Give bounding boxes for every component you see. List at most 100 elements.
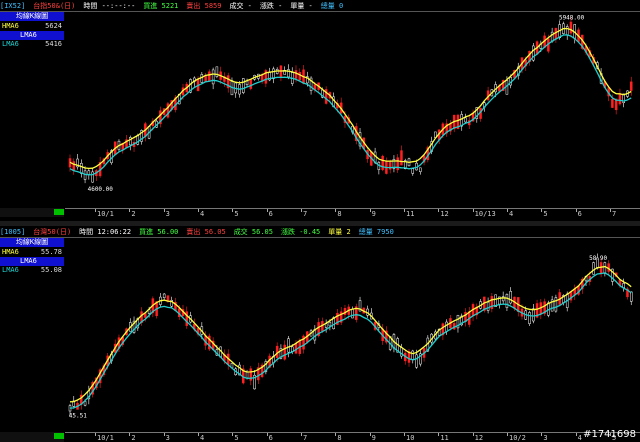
candle xyxy=(91,171,94,183)
bottom-quote-field: [1005] xyxy=(0,228,26,236)
candle xyxy=(381,155,384,170)
axis-tick xyxy=(404,433,405,436)
top-indicator-title[interactable]: 均線K線圖 xyxy=(0,12,64,22)
axis-tick xyxy=(610,209,611,212)
bottom-quote-field: 總量 7950 xyxy=(358,228,394,236)
axis-tick-label: 3 xyxy=(165,210,170,218)
candle xyxy=(592,262,595,275)
top-quote-field: 買進 5221 xyxy=(143,2,179,10)
bottom-hma-row[interactable]: HMA6 55.78 xyxy=(0,248,64,257)
low-price-label: 45.51 xyxy=(69,413,87,420)
low-price-label: 4600.00 xyxy=(88,186,114,193)
candle xyxy=(599,262,603,275)
candle xyxy=(505,294,509,308)
indicator-value: 5624 xyxy=(45,22,62,30)
axis-tick xyxy=(95,433,96,436)
axis-tick-label: 7 xyxy=(612,210,617,218)
indicator-value: 55.08 xyxy=(40,266,62,274)
candle xyxy=(80,162,83,174)
top-quote-bar: [IX52] 台指50&(日) 時間 --:--:-- 買進 5221 賣出 5859 成… xyxy=(0,0,640,12)
candle xyxy=(565,26,569,36)
top-quote-field: 時間 --:--:-- xyxy=(83,2,136,10)
axis-tick xyxy=(335,209,337,212)
candle xyxy=(298,72,302,81)
candle xyxy=(509,291,512,304)
axis-tick xyxy=(438,433,440,436)
axis-tick-label: 10/1 xyxy=(97,434,114,442)
top-quote-field: 賣出 5859 xyxy=(186,2,222,10)
top-candlestick-chart[interactable]: 5948.00 4600.00 xyxy=(65,12,640,208)
bottom-indicator-title[interactable]: 均線K線圖 xyxy=(0,238,64,248)
bottom-quote-field: 賣出 56.05 xyxy=(186,228,226,236)
axis-tick xyxy=(541,209,543,212)
candle xyxy=(83,170,87,180)
axis-tick xyxy=(129,209,131,212)
axis-tick-label: 2 xyxy=(131,434,136,442)
axis-tick xyxy=(369,433,371,436)
bottom-lma-row-selected[interactable]: LMA6 xyxy=(0,257,64,266)
axis-tick xyxy=(129,433,131,436)
top-quote-field: 台指50&(日) xyxy=(33,2,76,10)
axis-tick-label: 4 xyxy=(577,434,582,442)
top-lma-row[interactable]: LMA6 5416 xyxy=(0,40,64,49)
watermark: #1741698 xyxy=(583,429,636,440)
candle xyxy=(200,74,204,83)
axis-tick xyxy=(507,433,508,436)
axis-tick xyxy=(95,209,96,212)
bottom-quote-field: 買進 56.00 xyxy=(139,228,179,236)
bottom-candlestick-chart[interactable]: 58.90 45.51 xyxy=(65,238,640,432)
candle xyxy=(328,321,332,327)
axis-tick xyxy=(198,209,199,212)
axis-tick xyxy=(404,209,405,212)
axis-tick-label: 12 xyxy=(440,210,449,218)
indicator-label: LMA6 xyxy=(2,40,19,48)
hma-line xyxy=(69,265,632,403)
axis-tick-label: 10 xyxy=(406,434,415,442)
candle xyxy=(603,262,607,274)
axis-tick-label: 9 xyxy=(371,210,376,218)
lma-line xyxy=(69,34,632,176)
indicator-value: 55.78 xyxy=(40,248,62,256)
indicator-label: LMA6 xyxy=(20,31,37,39)
axis-tick-label: 2 xyxy=(131,210,136,218)
candle xyxy=(554,297,558,312)
bottom-lma-row[interactable]: LMA6 55.08 xyxy=(0,266,64,275)
candle xyxy=(87,170,91,175)
axis-tick-label: 7 xyxy=(303,210,308,218)
axis-tick-label: 9 xyxy=(371,434,376,442)
indicator-label: LMA6 xyxy=(2,266,19,274)
high-price-label: 58.90 xyxy=(589,255,607,262)
candle xyxy=(351,309,354,319)
candle xyxy=(294,70,298,79)
axis-tick-label: 3 xyxy=(543,434,548,442)
bottom-status-light xyxy=(54,433,64,439)
axis-tick xyxy=(232,209,234,212)
axis-tick xyxy=(507,209,508,212)
axis-tick xyxy=(369,209,371,212)
hma-line xyxy=(69,27,632,170)
top-status-indicator xyxy=(0,208,64,217)
top-lma-row-selected[interactable]: LMA6 xyxy=(0,31,64,40)
axis-tick-label: 3 xyxy=(165,434,170,442)
top-quote-field: 總量 0 xyxy=(320,2,344,10)
top-indicator-panel: 均線K線圖 HMA6 5624 LMA6 LMA6 5416 xyxy=(0,12,64,49)
bottom-indicator-panel: 均線K線圖 HMA6 55.78 LMA6 LMA6 55.08 xyxy=(0,238,64,275)
candle xyxy=(162,293,166,298)
bottom-chart-panel: [1005] 台灣50(日) 時間 12:06:22 買進 56.00 賣出 56.05… xyxy=(0,226,640,442)
axis-tick xyxy=(472,209,474,212)
axis-tick-label: 10/2 xyxy=(509,434,526,442)
candle xyxy=(400,150,403,166)
candle xyxy=(249,79,253,89)
bottom-quote-field: 漲跌 -0.45 xyxy=(280,228,321,236)
axis-tick xyxy=(575,433,577,436)
candle xyxy=(287,338,290,353)
axis-tick-label: 6 xyxy=(268,210,273,218)
axis-tick xyxy=(198,433,199,436)
candle xyxy=(569,21,573,34)
candle xyxy=(136,135,140,145)
candle xyxy=(279,65,283,78)
candle xyxy=(204,75,207,82)
indicator-label: HMA6 xyxy=(2,248,19,256)
top-hma-row[interactable]: HMA6 5624 xyxy=(0,22,64,31)
candle xyxy=(415,354,418,368)
